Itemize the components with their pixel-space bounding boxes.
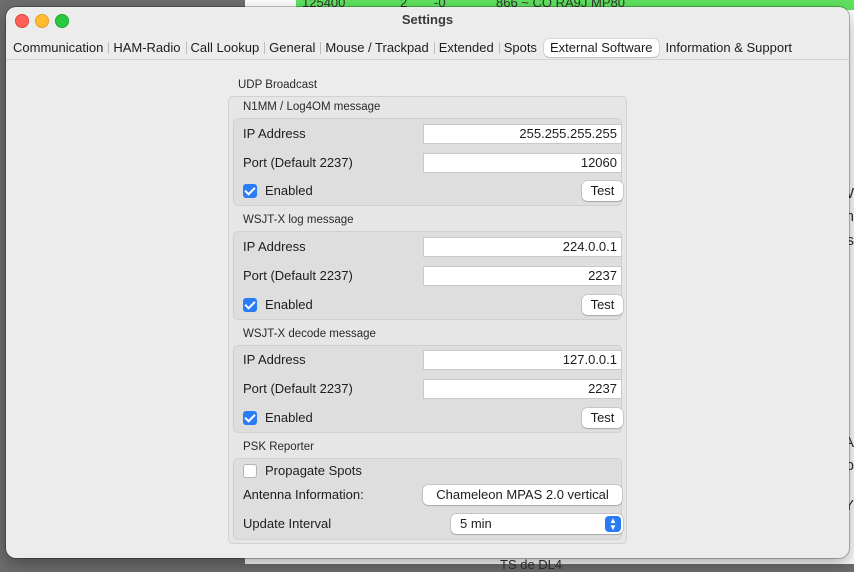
window-title: Settings (401, 12, 454, 27)
select-arrows-icon: ▲ ▼ (605, 516, 621, 532)
tab-external-software[interactable]: External Software (543, 38, 659, 57)
n1mm-ip-row: IP Address 255.255.255.255 (240, 124, 622, 144)
n1mm-enabled-row: Enabled Test (240, 181, 623, 201)
wsjtx-decode-enabled-checkbox[interactable] (243, 411, 257, 425)
n1mm-enabled-checkbox[interactable] (243, 184, 257, 198)
wsjtx-decode-group: IP Address 127.0.0.1 Port (Default 2237)… (233, 345, 623, 433)
wsjtx-decode-enabled-label: Enabled (265, 410, 313, 425)
title-bar[interactable]: Settings (6, 7, 849, 35)
psk-group: Propagate Spots Antenna Information: Cha… (233, 458, 623, 540)
n1mm-port-field[interactable]: 12060 (423, 153, 622, 173)
wsjtx-decode-enabled-row: Enabled Test (240, 408, 623, 428)
wsjtx-log-port-field[interactable]: 2237 (423, 266, 622, 286)
antenna-information-label: Antenna Information: (243, 487, 364, 502)
n1mm-ip-label: IP Address (243, 126, 306, 141)
tab-communication[interactable]: Communication (8, 39, 108, 57)
n1mm-section-title: N1MM / Log4OM message (243, 101, 381, 113)
tab-call-lookup[interactable]: Call Lookup (185, 39, 265, 57)
n1mm-test-button[interactable]: Test (582, 181, 623, 201)
n1mm-port-label: Port (Default 2237) (243, 155, 353, 170)
psk-interval-row: Update Interval 5 min ▲ ▼ (240, 514, 623, 534)
tab-general[interactable]: General (264, 39, 320, 57)
tab-bar: Communication HAM-Radio Call Lookup Gene… (6, 36, 849, 60)
wsjtx-log-enabled-checkbox[interactable] (243, 298, 257, 312)
propagate-spots-checkbox[interactable] (243, 464, 257, 478)
wsjtx-log-port-label: Port (Default 2237) (243, 268, 353, 283)
wsjtx-decode-port-label: Port (Default 2237) (243, 381, 353, 396)
udp-broadcast-group: N1MM / Log4OM message IP Address 255.255… (228, 96, 627, 544)
wsjtx-log-enabled-label: Enabled (265, 297, 313, 312)
wsjtx-decode-test-button[interactable]: Test (582, 408, 623, 428)
wsjtx-decode-ip-field[interactable]: 127.0.0.1 (423, 350, 622, 370)
psk-antenna-row: Antenna Information: Chameleon MPAS 2.0 … (240, 485, 622, 505)
wsjtx-log-ip-field[interactable]: 224.0.0.1 (423, 237, 622, 257)
wsjtx-log-ip-label: IP Address (243, 239, 306, 254)
tab-information-support[interactable]: Information & Support (661, 39, 797, 57)
propagate-spots-label: Propagate Spots (265, 463, 362, 478)
background-text: TS de DL4 (500, 557, 563, 572)
antenna-information-button[interactable]: Chameleon MPAS 2.0 vertical (423, 485, 622, 505)
wsjtx-log-section-title: WSJT-X log message (243, 214, 354, 226)
update-interval-label: Update Interval (243, 516, 332, 531)
wsjtx-decode-ip-row: IP Address 127.0.0.1 (240, 350, 622, 370)
wsjtx-log-test-button[interactable]: Test (582, 295, 623, 315)
tab-extended[interactable]: Extended (433, 39, 499, 57)
wsjtx-decode-port-field[interactable]: 2237 (423, 379, 622, 399)
tab-mouse-trackpad[interactable]: Mouse / Trackpad (320, 39, 433, 57)
n1mm-port-row: Port (Default 2237) 12060 (240, 153, 622, 173)
update-interval-select[interactable]: 5 min ▲ ▼ (451, 514, 623, 534)
udp-broadcast-heading: UDP Broadcast (238, 79, 318, 91)
n1mm-group: IP Address 255.255.255.255 Port (Default… (233, 118, 623, 206)
wsjtx-decode-ip-label: IP Address (243, 352, 306, 367)
tab-ham-radio[interactable]: HAM-Radio (108, 39, 185, 57)
wsjtx-log-ip-row: IP Address 224.0.0.1 (240, 237, 622, 257)
n1mm-ip-field[interactable]: 255.255.255.255 (423, 124, 622, 144)
psk-section-title: PSK Reporter (243, 441, 314, 453)
n1mm-enabled-label: Enabled (265, 183, 313, 198)
wsjtx-log-port-row: Port (Default 2237) 2237 (240, 266, 622, 286)
update-interval-value: 5 min (460, 516, 492, 531)
wsjtx-decode-port-row: Port (Default 2237) 2237 (240, 379, 622, 399)
settings-window: Settings Communication HAM-Radio Call Lo… (6, 7, 849, 558)
wsjtx-log-group: IP Address 224.0.0.1 Port (Default 2237)… (233, 231, 623, 320)
tab-spots[interactable]: Spots (498, 39, 542, 57)
wsjtx-log-enabled-row: Enabled Test (240, 295, 623, 315)
wsjtx-decode-section-title: WSJT-X decode message (243, 328, 376, 340)
psk-propagate-row: Propagate Spots (240, 461, 621, 481)
